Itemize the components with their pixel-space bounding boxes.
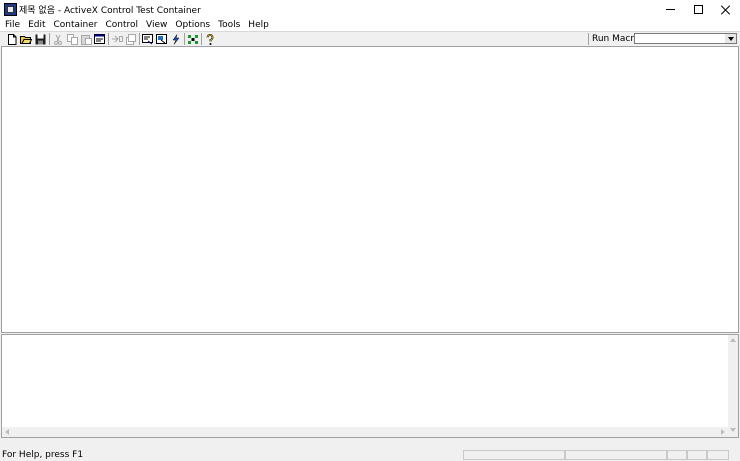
- status-pane: [687, 450, 707, 460]
- open-button[interactable]: [20, 33, 32, 45]
- status-pane: [565, 450, 667, 460]
- toolbar-separator: [139, 33, 140, 45]
- menu-options[interactable]: Options: [171, 19, 214, 31]
- scroll-up-icon[interactable]: [730, 338, 736, 342]
- new-document-icon: [8, 33, 17, 45]
- scroll-right-icon[interactable]: [721, 429, 725, 435]
- toolbar: Run Macro:: [0, 31, 740, 46]
- invoke-methods-button[interactable]: [142, 33, 154, 45]
- events-icon: [172, 33, 180, 45]
- maximize-button[interactable]: [684, 0, 712, 19]
- delete-control-icon: [126, 33, 136, 45]
- copy-icon: [66, 33, 78, 45]
- menu-help[interactable]: Help: [244, 19, 273, 31]
- close-button[interactable]: [712, 0, 740, 19]
- open-folder-icon: [20, 36, 32, 44]
- cut-icon: [54, 34, 62, 45]
- cut-button[interactable]: [52, 33, 64, 45]
- insert-control-button[interactable]: [111, 33, 123, 45]
- status-pane: [707, 450, 729, 460]
- delete-control-button[interactable]: [125, 33, 137, 45]
- container-area[interactable]: [1, 46, 739, 333]
- title-bar: 제목 없음 - ActiveX Control Test Container: [0, 0, 740, 19]
- insert-control-icon: [112, 35, 123, 43]
- invoke-methods-icon: [142, 33, 153, 44]
- minimize-icon: [665, 9, 675, 10]
- design-mode-icon: [188, 34, 198, 44]
- control-properties-icon: [156, 33, 167, 44]
- status-pane: [463, 450, 565, 460]
- save-button[interactable]: [34, 33, 46, 45]
- scroll-left-icon[interactable]: [5, 429, 9, 435]
- design-mode-button[interactable]: [187, 33, 199, 45]
- menu-bar: File Edit Container Control View Options…: [0, 19, 740, 31]
- close-icon: [721, 5, 731, 15]
- events-button[interactable]: [170, 33, 182, 45]
- toolbar-separator: [184, 33, 185, 45]
- help-button[interactable]: [204, 33, 216, 45]
- scroll-down-icon[interactable]: [730, 428, 736, 432]
- app-icon[interactable]: [4, 3, 17, 16]
- horizontal-scrollbar[interactable]: [2, 427, 728, 437]
- menu-control[interactable]: Control: [101, 19, 142, 31]
- paste-button[interactable]: [80, 33, 92, 45]
- properties-icon: [94, 33, 105, 44]
- vertical-scrollbar[interactable]: [728, 335, 738, 437]
- menu-file[interactable]: File: [0, 19, 24, 31]
- new-button[interactable]: [6, 33, 18, 45]
- window-title: 제목 없음 - ActiveX Control Test Container: [19, 6, 201, 16]
- minimize-button[interactable]: [656, 0, 684, 19]
- output-pane[interactable]: [1, 334, 739, 438]
- toolbar-separator: [201, 33, 202, 45]
- control-properties-button[interactable]: [156, 33, 168, 45]
- paste-icon: [80, 34, 92, 45]
- toolbar-separator: [49, 33, 50, 45]
- properties-button[interactable]: [94, 33, 106, 45]
- status-bar: For Help, press F1: [0, 449, 740, 461]
- menu-view[interactable]: View: [142, 19, 171, 31]
- run-macro-dropdown[interactable]: [634, 33, 737, 44]
- help-icon: [206, 33, 214, 45]
- chevron-down-icon[interactable]: [725, 34, 736, 43]
- menu-container[interactable]: Container: [50, 19, 102, 31]
- copy-button[interactable]: [66, 33, 78, 45]
- toolbar-separator: [108, 33, 109, 45]
- status-text: For Help, press F1: [2, 450, 84, 460]
- maximize-icon: [693, 5, 703, 14]
- menu-tools[interactable]: Tools: [214, 19, 244, 31]
- menu-edit[interactable]: Edit: [24, 19, 49, 31]
- toolbar-separator: [588, 33, 589, 45]
- save-icon: [35, 34, 45, 44]
- status-pane: [667, 450, 687, 460]
